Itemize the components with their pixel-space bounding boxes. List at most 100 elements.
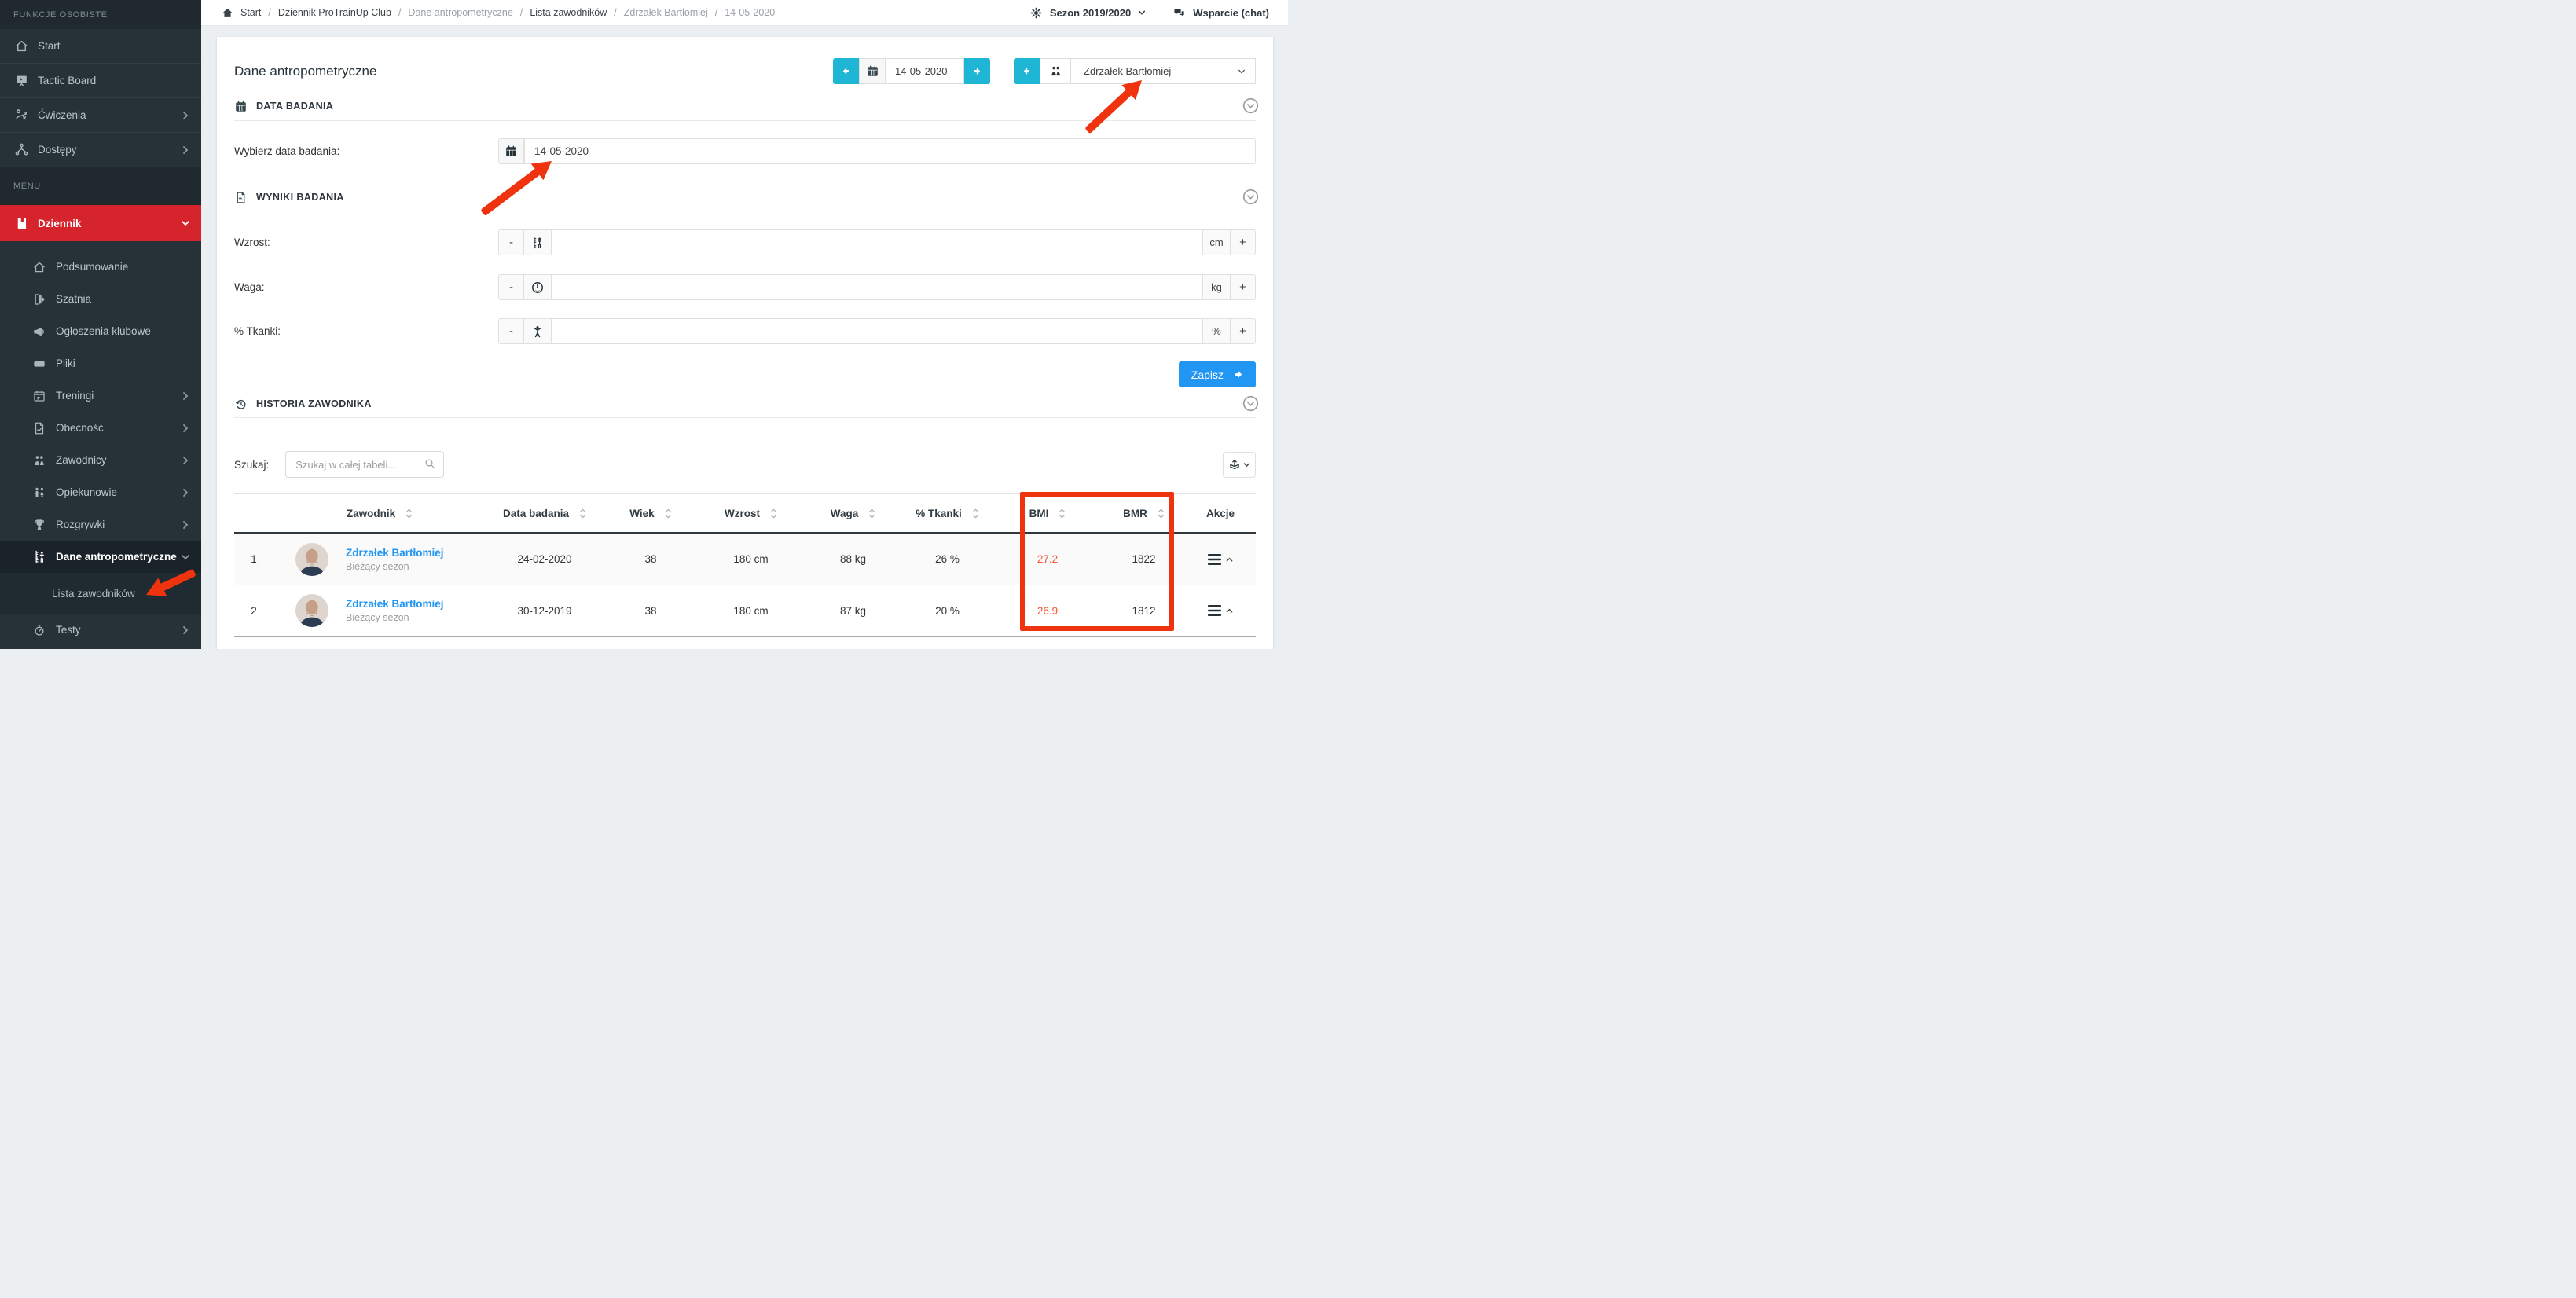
sidebar-item-label: Dane antropometryczne [56, 551, 177, 563]
increment-button[interactable]: + [1230, 229, 1256, 255]
sidebar-item-rozgrywki[interactable]: Rozgrywki [0, 508, 201, 541]
collapse-section-button[interactable] [1242, 189, 1259, 205]
sidebar-item-treningi[interactable]: Treningi [0, 380, 201, 412]
decrement-button[interactable]: - [498, 274, 524, 300]
search-box [285, 451, 444, 478]
sidebar-item-label: Ogłoszenia klubowe [56, 325, 151, 337]
player-name-link[interactable]: Zdrzałek Bartłomiej [346, 598, 444, 610]
competitions-trophy-icon [31, 517, 47, 533]
sidebar-item-label: Podsumowanie [56, 261, 128, 273]
sidebar-item-ogloszenia[interactable]: Ogłoszenia klubowe [0, 315, 201, 347]
chevron-down-icon [181, 218, 190, 228]
exam-date-row: Wybierz data badania: [234, 138, 1256, 164]
decrement-button[interactable]: - [498, 318, 524, 344]
field-row-wzrost: Wzrost: - cm + [234, 229, 1256, 255]
calendar-icon [234, 100, 248, 113]
waga-input[interactable] [551, 274, 1203, 300]
date-nav-input[interactable] [886, 58, 964, 84]
nav-widgets: Zdrzałek Bartłomiej [833, 58, 1256, 84]
column-header-waga[interactable]: Waga [804, 507, 902, 520]
tkanki-input[interactable] [551, 318, 1203, 344]
season-selector[interactable]: Sezon 2019/2020 [1029, 6, 1146, 20]
sidebar-item-tactic-board[interactable]: Tactic Board [0, 64, 201, 98]
column-header-bmi[interactable]: BMI [993, 507, 1103, 520]
history-table: Zawodnik Data badania Wiek Wzrost Waga %… [234, 493, 1256, 637]
row-actions-button[interactable] [1208, 554, 1233, 565]
sidebar-item-label: Szatnia [56, 293, 91, 305]
player-name-link[interactable]: Zdrzałek Bartłomiej [346, 547, 444, 559]
circle-chevron-down-icon [1242, 395, 1259, 412]
sidebar-item-szatnia[interactable]: Szatnia [0, 283, 201, 315]
column-header-wiek[interactable]: Wiek [604, 507, 698, 520]
column-header-akcje: Akcje [1185, 508, 1256, 519]
section-divider [234, 417, 1256, 418]
fat-cell: 20 % [902, 605, 993, 617]
gear-icon [1029, 6, 1043, 20]
wzrost-input[interactable] [551, 229, 1203, 255]
sidebar-item-start[interactable]: Start [0, 29, 201, 64]
sidebar-item-testy[interactable]: Testy [0, 614, 201, 646]
increment-button[interactable]: + [1230, 274, 1256, 300]
column-header-bmr[interactable]: BMR [1103, 507, 1185, 520]
date-prev-button[interactable] [833, 58, 859, 84]
section-title: DATA BADANIA [256, 101, 333, 112]
unit-label: kg [1202, 274, 1231, 300]
tactic-board-icon [13, 73, 29, 89]
increment-button[interactable]: + [1230, 318, 1256, 344]
column-header-tkanki[interactable]: % Tkanki [902, 507, 993, 520]
sidebar-item-dziennik[interactable]: Dziennik [0, 205, 201, 241]
bmr-cell: 1812 [1103, 605, 1185, 617]
sidebar-item-opiekunowie[interactable]: Opiekunowie [0, 476, 201, 508]
sidebar-item-dane-antropometryczne[interactable]: Dane antropometryczne [0, 541, 201, 573]
chevron-right-icon [181, 391, 190, 401]
sidebar-item-label: Ćwiczenia [38, 109, 86, 121]
unit-label: cm [1202, 229, 1231, 255]
column-header-wzrost[interactable]: Wzrost [698, 507, 804, 520]
chevron-right-icon [181, 520, 190, 530]
player-prev-button[interactable] [1014, 58, 1040, 84]
row-actions-button[interactable] [1208, 605, 1233, 616]
sidebar-item-dostepy[interactable]: Dostępy [0, 133, 201, 167]
sidebar-item-pliki[interactable]: Pliki [0, 347, 201, 380]
sidebar-item-cwiczenia[interactable]: Ćwiczenia [0, 98, 201, 133]
decrement-button[interactable]: - [498, 229, 524, 255]
player-select-value: Zdrzałek Bartłomiej [1084, 65, 1171, 77]
access-network-icon [13, 142, 29, 158]
breadcrumb-item[interactable]: Lista zawodników [530, 7, 607, 18]
sort-arrows-icon [579, 507, 586, 520]
collapse-section-button[interactable] [1242, 395, 1259, 412]
search-icon [424, 457, 436, 470]
sidebar-item-podsumowanie[interactable]: Podsumowanie [0, 251, 201, 283]
chevron-up-icon [1226, 556, 1233, 563]
breadcrumb-item[interactable]: Dziennik ProTrainUp Club [278, 7, 391, 18]
sort-arrows-icon [972, 507, 979, 520]
section-player-history: HISTORIA ZAWODNIKA [234, 394, 1256, 413]
column-header-data-badania[interactable]: Data badania [486, 507, 604, 520]
sidebar-item-label: Opiekunowie [56, 486, 117, 498]
breadcrumb-home-icon[interactable] [222, 7, 233, 19]
sidebar-item-zawodnicy[interactable]: Zawodnicy [0, 444, 201, 476]
sidebar-item-lista-zawodnikow[interactable]: Lista zawodników [0, 573, 201, 614]
support-chat-button[interactable]: Wsparcie (chat) [1172, 6, 1269, 20]
history-icon [234, 398, 248, 411]
exam-date-input[interactable] [524, 138, 1256, 164]
date-next-button[interactable] [964, 58, 990, 84]
collapse-section-button[interactable] [1242, 97, 1259, 114]
sort-arrows-icon [868, 507, 875, 520]
save-button[interactable]: Zapisz [1179, 361, 1256, 387]
breadcrumb-separator: / [520, 7, 523, 18]
avatar [295, 594, 328, 627]
export-button[interactable] [1223, 452, 1256, 478]
export-icon [1228, 458, 1241, 471]
column-header-zawodnik[interactable]: Zawodnik [273, 507, 486, 520]
save-row: Zapisz [234, 361, 1256, 387]
section-label: MENU [13, 182, 41, 191]
breadcrumb-item[interactable]: Start [240, 7, 261, 18]
column-label: Wiek [629, 508, 654, 519]
player-select[interactable]: Zdrzałek Bartłomiej [1071, 58, 1256, 84]
search-input[interactable] [285, 451, 444, 478]
bmi-cell: 26.9 [993, 605, 1103, 617]
sidebar-item-obecnosc[interactable]: Obecność [0, 412, 201, 444]
chevron-down-icon [1138, 7, 1146, 19]
chevron-down-icon [1238, 68, 1246, 75]
